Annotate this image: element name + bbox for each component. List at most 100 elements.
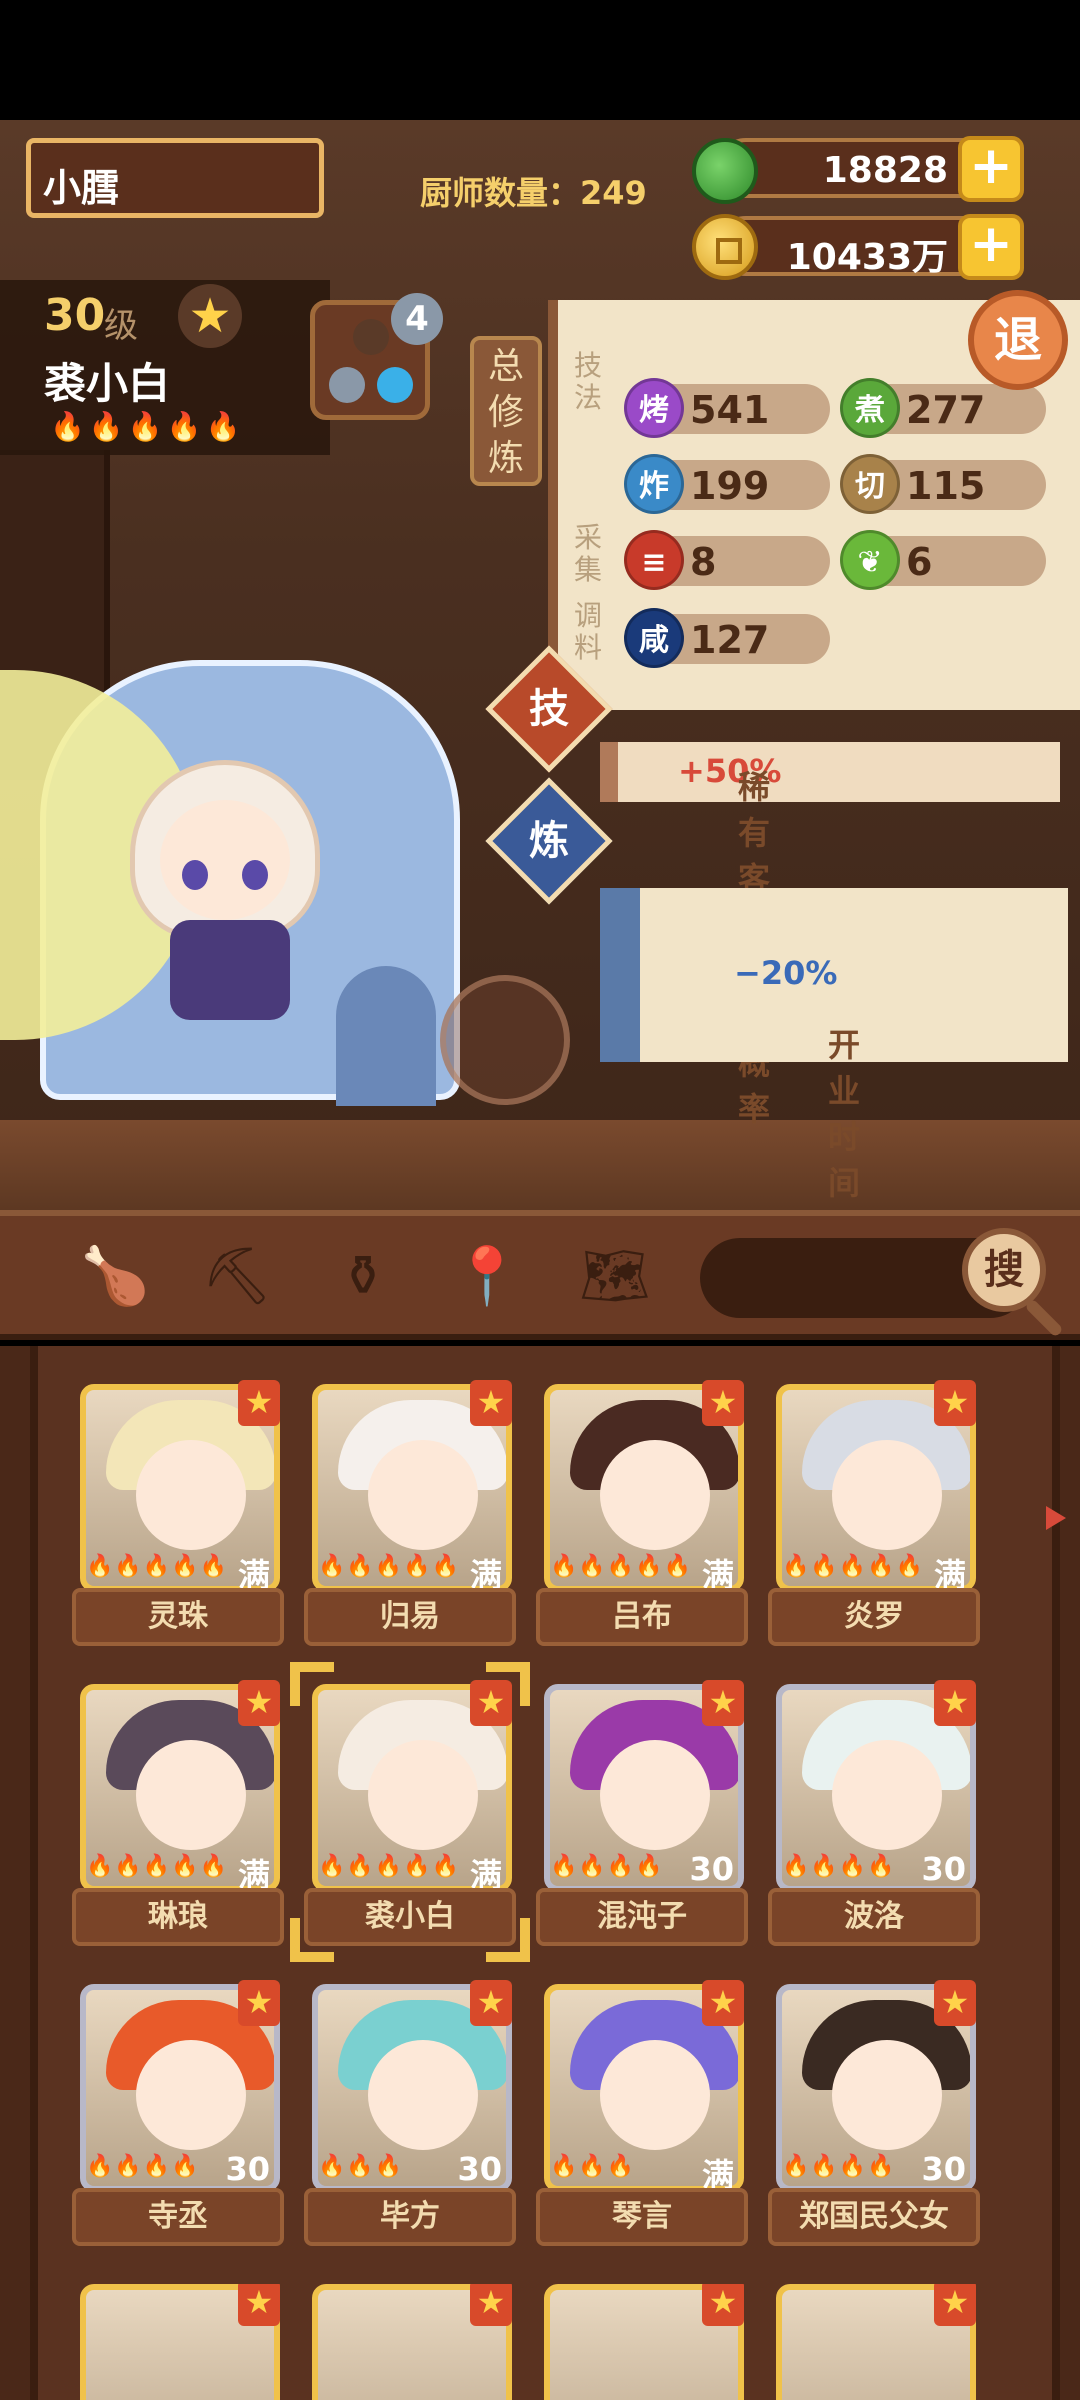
chef-card-name: 郑国民父女: [799, 2199, 949, 2234]
scroll-quiver-button[interactable]: [440, 975, 570, 1105]
chef-card[interactable]: ★ 🔥🔥🔥🔥 30 波洛: [768, 1680, 980, 1954]
chef-level-tag: 30: [457, 2150, 502, 2188]
star-icon: ★: [934, 2284, 976, 2326]
jar-icon[interactable]: ⚱: [326, 1240, 400, 1314]
meat-icon: ≡: [624, 530, 684, 590]
map-question-icon[interactable]: 🗺: [578, 1240, 652, 1314]
chef-card-name: 琳琅: [148, 1899, 208, 1934]
chef-card[interactable]: ★ 🔥🔥🔥🔥🔥 满炎罗: [768, 1380, 980, 1654]
flame-rating: 🔥🔥🔥🔥: [86, 2154, 200, 2179]
quit-button[interactable]: 退: [968, 290, 1068, 390]
chef-count-value: 249: [580, 174, 647, 212]
chef-name-plate: 琳琅: [72, 1888, 284, 1946]
star-icon[interactable]: ★: [178, 284, 242, 348]
chef-card[interactable]: ★ 🔥🔥🔥🔥🔥 满琳琅: [72, 1680, 284, 1954]
stat-boil: 煮 277: [840, 378, 1046, 438]
chef-card[interactable]: ★ 🔥🔥🔥🔥 30 郑国民父女: [768, 1980, 980, 2254]
skill-effect-text: 稀有客人出现概率+50%: [678, 752, 782, 1128]
star-icon: ★: [702, 1980, 744, 2026]
chef-card[interactable]: ★ 🔥🔥🔥🔥🔥 满灵珠: [72, 1380, 284, 1654]
star-icon: ★: [238, 1980, 280, 2026]
cut-icon: 切: [840, 454, 900, 514]
refine-effect-text: 开业时间 −20%: [734, 954, 861, 1202]
chef-card-partial[interactable]: ★: [536, 2284, 748, 2400]
flame-rating: 🔥🔥🔥🔥🔥: [550, 1554, 692, 1579]
body: [170, 920, 290, 1020]
stat-cut: 切 115: [840, 454, 1046, 514]
chef-name-plate: 吕布: [536, 1588, 748, 1646]
stat-roast: 烤 541: [624, 378, 830, 438]
chef-face: [136, 2040, 246, 2150]
chef-card[interactable]: ★ 🔥🔥🔥🔥🔥 满吕布: [536, 1380, 748, 1654]
chef-card-partial[interactable]: ★: [768, 2284, 980, 2400]
stat-veg-value: 6: [906, 540, 933, 584]
chef-name-plate: 混沌子: [536, 1888, 748, 1946]
gem-slot-blue-icon: [377, 367, 413, 403]
chef-face: [832, 2040, 942, 2150]
star-icon: ★: [934, 1680, 976, 1726]
add-jade-button[interactable]: +: [958, 136, 1024, 202]
coin-icon: [692, 214, 758, 280]
chef-face: [600, 2040, 710, 2150]
flame-rating: 🔥🔥🔥🔥🔥: [782, 1554, 924, 1579]
equipment-slot[interactable]: 4: [310, 293, 443, 420]
status-bar: [0, 0, 1080, 120]
cabbage-icon: ❦: [840, 530, 900, 590]
stat-fry-value: 199: [690, 464, 770, 508]
star-icon: ★: [702, 2284, 744, 2326]
face: [160, 800, 290, 920]
chef-card[interactable]: ★ 🔥🔥🔥🔥 30 混沌子: [536, 1680, 748, 1954]
frame-corner: [486, 1918, 530, 1962]
player-name: 小膤: [43, 166, 120, 210]
floor: [0, 1120, 1080, 1210]
chef-count: 厨师数量：249: [420, 168, 647, 214]
flame-rating: 🔥🔥🔥: [318, 2154, 404, 2179]
chef-card-name: 混沌子: [597, 1899, 687, 1934]
roast-icon: 烤: [624, 378, 684, 438]
chef-face: [600, 1740, 710, 1850]
jade-value: 18828: [822, 150, 948, 191]
flame-rating: 🔥🔥🔥🔥🔥: [318, 1554, 460, 1579]
player-name-box[interactable]: 小膤: [26, 138, 324, 218]
scroll-indicator-icon: [1046, 1506, 1066, 1530]
flame-rating: 🔥🔥🔥🔥: [782, 1854, 896, 1879]
add-coin-button[interactable]: +: [958, 214, 1024, 280]
chef-face: [136, 1740, 246, 1850]
salt-icon: 咸: [624, 608, 684, 668]
eye: [242, 860, 268, 890]
star-icon: ★: [238, 1380, 280, 1426]
chef-name: 裘小白: [44, 359, 171, 408]
chef-count-label: 厨师数量：: [420, 174, 581, 212]
chef-card[interactable]: ★ 🔥🔥🔥 30 毕方: [304, 1980, 516, 2254]
chef-card[interactable]: ★ 🔥🔥🔥 满琴言: [536, 1980, 748, 2254]
chef-card-partial[interactable]: ★: [304, 2284, 516, 2400]
chef-card-name: 炎罗: [844, 1599, 904, 1634]
drumstick-icon[interactable]: 🍗: [78, 1240, 152, 1314]
flame-rating: 🔥🔥🔥🔥🔥: [86, 1554, 228, 1579]
chef-card-name: 毕方: [380, 2199, 440, 2234]
location-icon[interactable]: 📍: [450, 1240, 524, 1314]
refine-button-label: 炼: [529, 818, 569, 864]
stat-salt: 咸 127: [624, 608, 830, 668]
frame-corner: [290, 1918, 334, 1962]
stat-meat-value: 8: [690, 540, 717, 584]
chef-card[interactable]: ★ 🔥🔥🔥🔥 30 寺丞: [72, 1980, 284, 2254]
skill-effect-ribbon: 稀有客人出现概率+50%: [600, 742, 1060, 1128]
star-icon: ★: [238, 2284, 280, 2326]
chef-face: [368, 1440, 478, 1550]
chef-card-name: 吕布: [612, 1599, 672, 1634]
stat-roast-value: 541: [690, 388, 770, 432]
flame-rating: 🔥🔥🔥🔥🔥: [50, 410, 245, 443]
chef-name-plate: 寺丞: [72, 2188, 284, 2246]
chef-level-tag: 30: [921, 2150, 966, 2188]
tab-total-cultivation[interactable]: 总修炼: [470, 336, 542, 486]
frame-corner: [290, 1662, 334, 1706]
chef-card[interactable]: ★ 🔥🔥🔥🔥🔥 满归易: [304, 1380, 516, 1654]
stat-fry: 炸 199: [624, 454, 830, 514]
flame-rating: 🔥🔥🔥🔥: [782, 2154, 896, 2179]
chef-face: [136, 1440, 246, 1550]
search-button[interactable]: 搜: [962, 1228, 1046, 1312]
jade-bar: 18828 +: [716, 136, 1024, 202]
chef-card-partial[interactable]: ★: [72, 2284, 284, 2400]
shovel-icon[interactable]: ⛏: [200, 1240, 274, 1314]
